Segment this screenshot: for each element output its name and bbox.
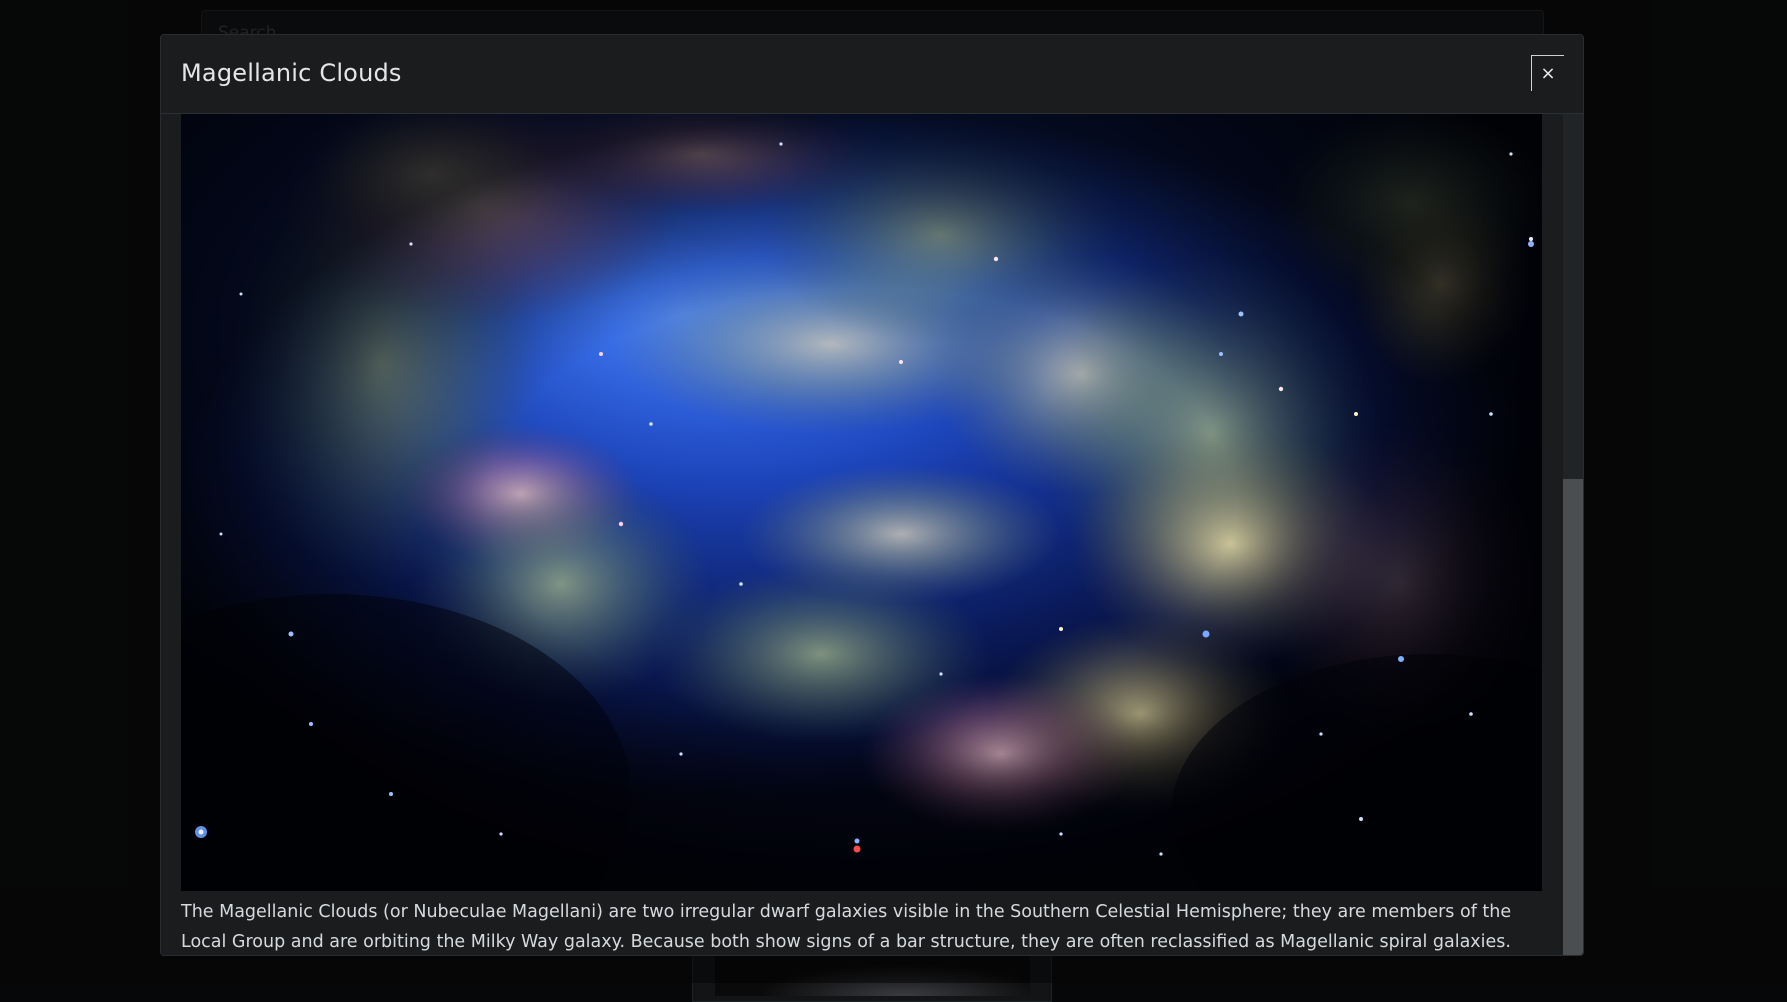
scrollbar-thumb[interactable] [1563,479,1583,956]
galaxy-image [181,114,1542,891]
modal-header: Magellanic Clouds × [161,35,1583,114]
close-button[interactable]: × [1531,55,1564,91]
modal-body: The Magellanic Clouds (or Nubeculae Mage… [161,114,1564,956]
galaxy-photo [181,114,1542,891]
modal-title: Magellanic Clouds [181,59,402,87]
image-modal: Magellanic Clouds × [160,34,1584,956]
image-description: The Magellanic Clouds (or Nubeculae Mage… [181,897,1542,956]
